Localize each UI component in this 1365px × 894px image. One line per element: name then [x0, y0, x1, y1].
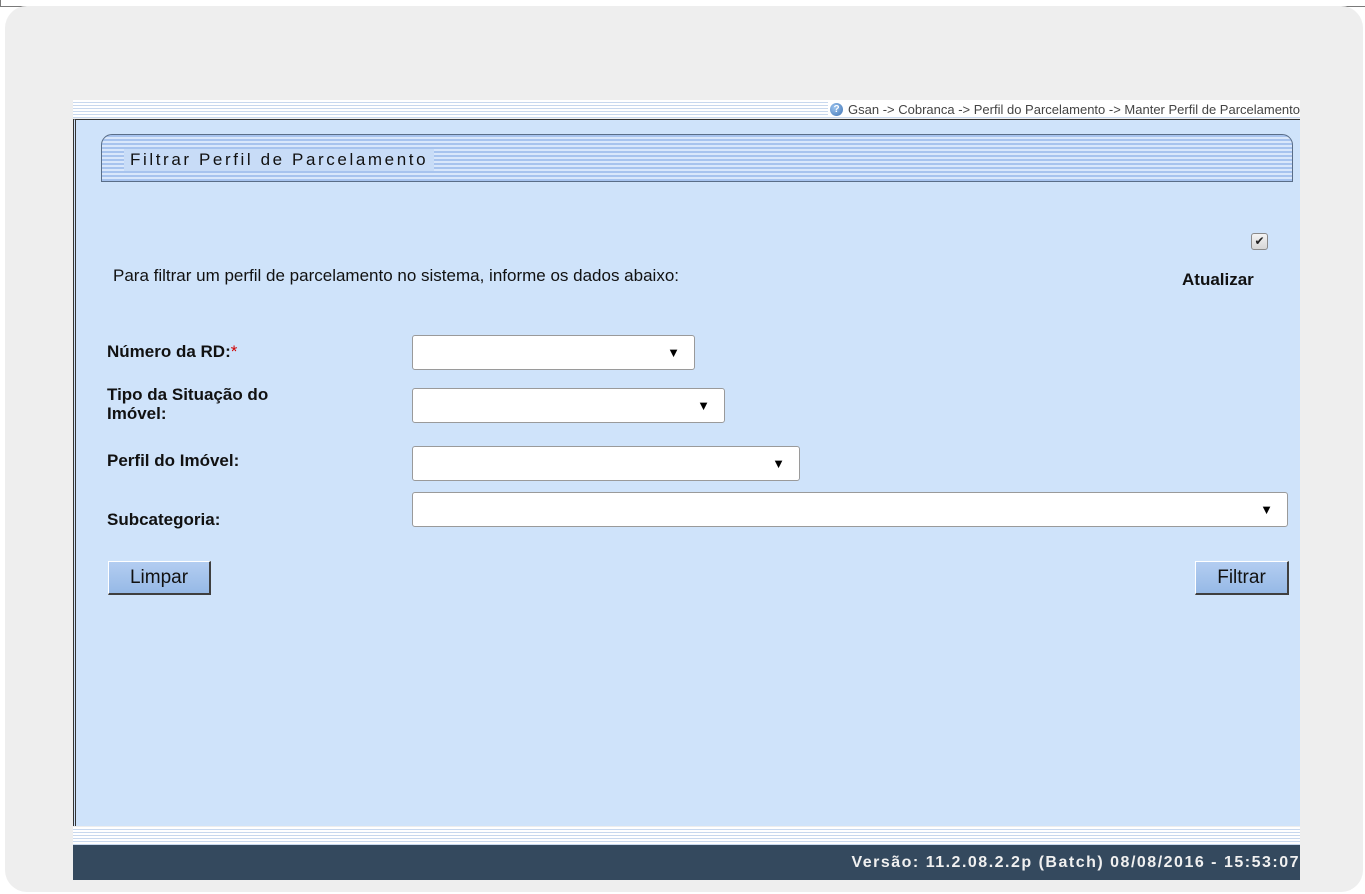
tipo-situacao-label-line1: Tipo da Situação do — [107, 385, 269, 404]
refresh-label: Atualizar — [1182, 270, 1254, 289]
refresh-checkbox[interactable]: ✔ — [1251, 233, 1268, 250]
caret-down-icon: ▼ — [667, 345, 680, 360]
help-icon[interactable]: ? — [830, 103, 844, 116]
required-mark: * — [230, 342, 238, 361]
panel-title-bar: Filtrar Perfil de Parcelamento — [101, 134, 1293, 182]
tipo-situacao-label: Tipo da Situação do Imóvel: — [107, 385, 268, 423]
perfil-imovel-select[interactable]: ▼ — [412, 446, 800, 481]
numero-rd-label-text: Número da RD: — [107, 342, 231, 361]
version-text: Versão: 11.2.08.2.2p (Batch) 08/08/2016 … — [851, 854, 1300, 871]
limpar-button[interactable]: Limpar — [108, 561, 211, 595]
page-title: Filtrar Perfil de Parcelamento — [124, 149, 435, 171]
numero-rd-label: Número da RD:* — [107, 342, 237, 361]
intro-text: Para filtrar um perfil de parcelamento n… — [113, 266, 679, 285]
filtrar-button[interactable]: Filtrar — [1195, 561, 1289, 595]
subcategoria-label: Subcategoria: — [107, 510, 221, 529]
numero-rd-select[interactable]: ▼ — [412, 335, 695, 370]
subcategoria-select[interactable]: ▼ — [412, 492, 1288, 527]
gsan-app: ? Gsan -> Cobranca -> Perfil do Parcelam… — [73, 100, 1300, 880]
footer-bar: Versão: 11.2.08.2.2p (Batch) 08/08/2016 … — [73, 845, 1300, 880]
tipo-situacao-label-line2: Imóvel: — [107, 404, 167, 423]
caret-down-icon: ▼ — [697, 398, 710, 413]
caret-down-icon: ▼ — [772, 456, 785, 471]
breadcrumb: ? Gsan -> Cobranca -> Perfil do Parcelam… — [828, 102, 1300, 117]
checkmark-icon: ✔ — [1254, 234, 1265, 248]
caret-down-icon: ▼ — [1260, 502, 1273, 517]
perfil-imovel-label: Perfil do Imóvel: — [107, 451, 240, 470]
breadcrumb-bar: ? Gsan -> Cobranca -> Perfil do Parcelam… — [73, 100, 1300, 118]
breadcrumb-text: Gsan -> Cobranca -> Perfil do Parcelamen… — [848, 102, 1300, 117]
main-panel: Filtrar Perfil de Parcelamento Para filt… — [73, 119, 1300, 826]
tipo-situacao-select[interactable]: ▼ — [412, 388, 725, 423]
bottom-stripes — [73, 827, 1300, 845]
